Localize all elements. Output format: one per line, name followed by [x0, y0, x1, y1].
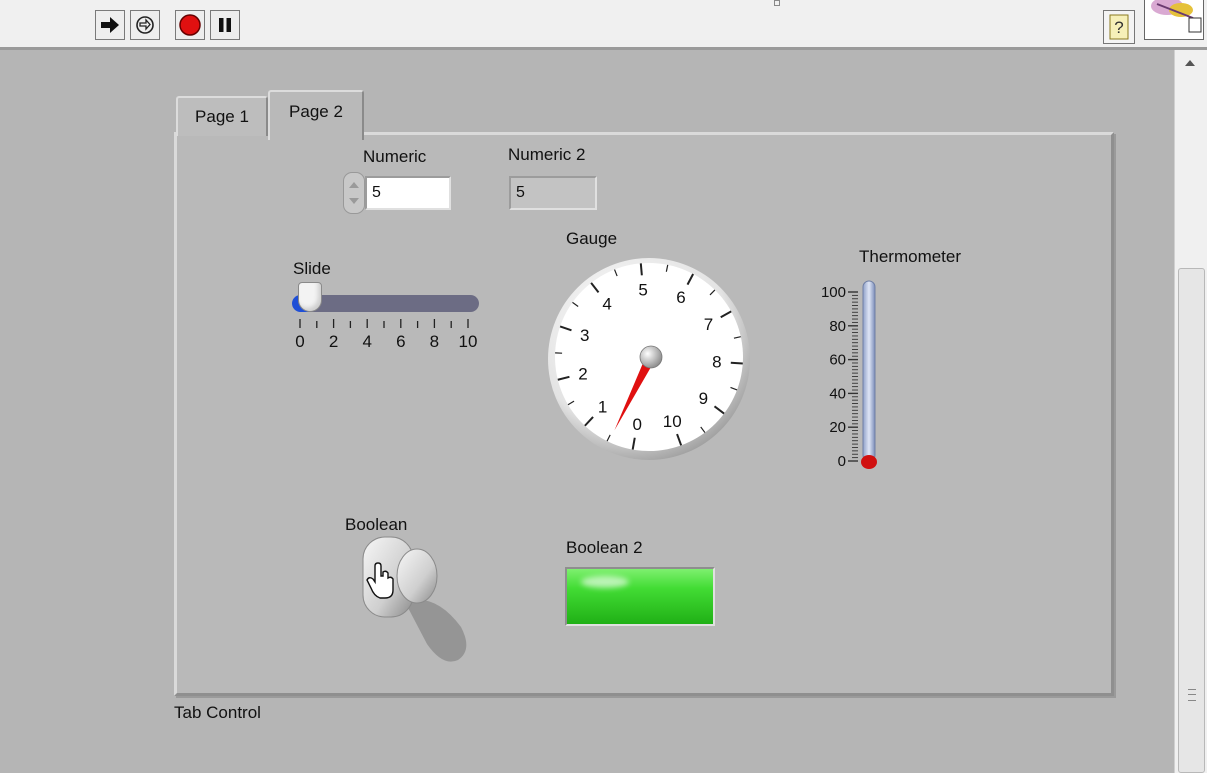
numeric2-label: Numeric 2 [508, 145, 586, 164]
gauge-tick-label: 0 [632, 415, 641, 434]
gauge-indicator: 0 12 34 5 67 89 10 [548, 258, 750, 460]
gauge-tick-label: 5 [638, 280, 647, 299]
boolean-toggle-switch[interactable] [355, 532, 475, 667]
gauge-tick-label: 8 [712, 353, 721, 372]
run-button[interactable] [95, 10, 125, 40]
slide-label: Slide [293, 259, 331, 278]
scroll-up-arrow-icon[interactable] [1185, 60, 1195, 66]
gauge-tick [639, 263, 643, 276]
gauge-tick-label: 4 [602, 294, 611, 313]
slide-tick-label: 2 [328, 332, 339, 351]
tab-label: Page 2 [289, 102, 343, 121]
gauge-tick [730, 361, 743, 365]
thermometer-tick-label: 40 [829, 385, 846, 402]
vi-logo-icon [1151, 0, 1202, 33]
vertical-scrollbar[interactable] [1174, 50, 1207, 773]
numeric-control-input[interactable]: 5 [365, 176, 451, 210]
slide-tick-label: 8 [429, 332, 440, 351]
tab-label: Page 1 [195, 107, 249, 126]
slide-tick-label: 10 [458, 332, 478, 351]
gauge-tick-label: 1 [598, 398, 607, 417]
increment-decrement-icon[interactable] [343, 172, 365, 214]
thermometer-tube [862, 280, 876, 462]
switch-lever [396, 548, 438, 604]
gauge-hub [639, 345, 663, 369]
slide-scale [299, 319, 469, 328]
grip-icon [1188, 689, 1196, 701]
thermometer-tick-label: 60 [829, 352, 846, 369]
thermometer-tick-label: 100 [821, 284, 846, 301]
led-highlight [581, 576, 629, 588]
thermometer-label: Thermometer [859, 247, 962, 266]
switch-shadow [405, 599, 467, 662]
scrollbar-thumb[interactable] [1178, 268, 1205, 773]
toolbar: ? [0, 0, 1207, 50]
gauge-tick-label: 3 [580, 326, 589, 345]
context-help-button[interactable]: ? [1103, 10, 1135, 44]
thermometer-tick-label: 20 [829, 419, 846, 436]
boolean2-label: Boolean 2 [566, 538, 643, 557]
slide-tick-label: 4 [362, 332, 372, 351]
thermometer-tick-label: 0 [838, 453, 846, 470]
tab-control-label: Tab Control [174, 703, 261, 722]
pause-icon [219, 18, 231, 32]
gauge-tick-label: 7 [704, 315, 713, 334]
run-continuously-button[interactable] [130, 10, 160, 40]
gauge-tick-label: 6 [676, 288, 685, 307]
thermometer-indicator: 100 80 60 40 20 0 [821, 280, 877, 470]
gauge-tick-label: 10 [663, 412, 682, 431]
thermometer-tick-label: 80 [829, 318, 846, 335]
numeric2-indicator: 5 [509, 176, 597, 210]
thermometer-bulb [861, 455, 877, 469]
window-marker [774, 0, 780, 6]
run-arrow-icon [101, 17, 119, 33]
gauge-tick-label: 2 [578, 364, 587, 383]
vi-icon[interactable] [1144, 0, 1204, 40]
context-help-icon: ? [1109, 14, 1129, 40]
pause-button[interactable] [210, 10, 240, 40]
gauge-tick-label: 9 [699, 389, 708, 408]
svg-text:?: ? [1114, 18, 1123, 37]
slide-tick-label: 0 [295, 332, 305, 351]
slide-knob[interactable] [298, 282, 322, 312]
abort-execution-button[interactable] [175, 10, 205, 40]
boolean2-led-indicator [565, 567, 715, 626]
tab-page-1[interactable]: Page 1 [176, 96, 268, 136]
numeric-label: Numeric [363, 147, 427, 166]
gauge-label: Gauge [566, 229, 618, 248]
slide-tick-label: 6 [396, 332, 406, 351]
run-continuously-icon [136, 16, 154, 34]
tab-page-2[interactable]: Page 2 [268, 90, 364, 140]
abort-stop-icon [179, 14, 201, 36]
